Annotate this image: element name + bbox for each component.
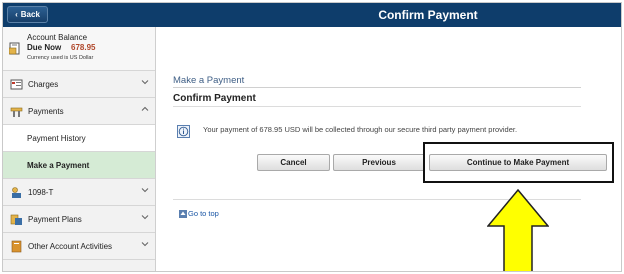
sidebar-item-make-a-payment[interactable]: Make a Payment <box>3 152 155 179</box>
section-title: Make a Payment <box>173 75 245 86</box>
cancel-button[interactable]: Cancel <box>257 154 330 171</box>
chevron-down-icon <box>141 80 149 85</box>
account-activities-icon <box>11 240 22 253</box>
tax-form-icon <box>12 187 21 198</box>
currency-note: Currency used is US Dollar <box>27 55 94 61</box>
due-now-label: Due Now <box>27 43 62 52</box>
chevron-down-icon <box>141 188 149 193</box>
sidebar-item-label: Make a Payment <box>27 161 90 170</box>
sidebar: Account Balance Due Now 678.95 Currency … <box>3 27 156 271</box>
sidebar-item-payment-history[interactable]: Payment History <box>3 125 155 152</box>
sidebar-item-label: Other Account Activities <box>28 242 113 251</box>
due-now-amount: 678.95 <box>71 43 96 52</box>
sidebar-item-charges[interactable]: Charges <box>3 71 155 98</box>
sidebar-item-label: Payments <box>28 107 64 116</box>
balance-icon <box>9 42 20 55</box>
divider <box>173 106 581 107</box>
info-icon <box>177 125 190 138</box>
confirmation-message: Your payment of 678.95 USD will be colle… <box>203 125 518 134</box>
previous-button[interactable]: Previous <box>333 154 425 171</box>
sidebar-item-other-account-activities[interactable]: Other Account Activities <box>3 233 155 260</box>
highlight-box <box>423 142 614 183</box>
back-button-label: Back <box>20 10 40 19</box>
page-title: Confirm Payment <box>378 8 478 22</box>
charges-icon <box>10 79 23 90</box>
payment-plans-icon <box>10 214 22 225</box>
go-to-top-label: Go to top <box>188 209 219 218</box>
sidebar-item-1098-t[interactable]: 1098-T <box>3 179 155 206</box>
annotation-arrow <box>487 189 549 271</box>
back-button[interactable]: ‹ Back <box>7 6 48 23</box>
sidebar-item-payments[interactable]: Payments <box>3 98 155 125</box>
sidebar-item-label: Payment Plans <box>28 215 82 224</box>
chevron-up-icon <box>141 106 149 111</box>
header-bar: ‹ Back Confirm Payment <box>3 3 621 27</box>
balance-title: Account Balance <box>27 33 88 42</box>
page-heading: Confirm Payment <box>173 93 256 104</box>
account-balance-panel: Account Balance Due Now 678.95 Currency … <box>3 27 155 71</box>
sidebar-item-label: 1098-T <box>28 188 54 197</box>
sidebar-item-label: Charges <box>28 80 59 89</box>
arrow-up-icon <box>179 209 187 218</box>
app-window: ‹ Back Confirm Payment Account Balance D… <box>2 2 622 272</box>
sidebar-item-payment-plans[interactable]: Payment Plans <box>3 206 155 233</box>
divider <box>173 87 581 88</box>
main-content: Make a Payment Confirm Payment Your paym… <box>157 27 621 271</box>
payments-icon <box>10 107 23 117</box>
chevron-left-icon: ‹ <box>15 9 18 19</box>
chevron-down-icon <box>141 215 149 220</box>
go-to-top-link[interactable]: Go to top <box>179 209 219 218</box>
chevron-down-icon <box>141 242 149 247</box>
sidebar-item-label: Payment History <box>27 134 86 143</box>
